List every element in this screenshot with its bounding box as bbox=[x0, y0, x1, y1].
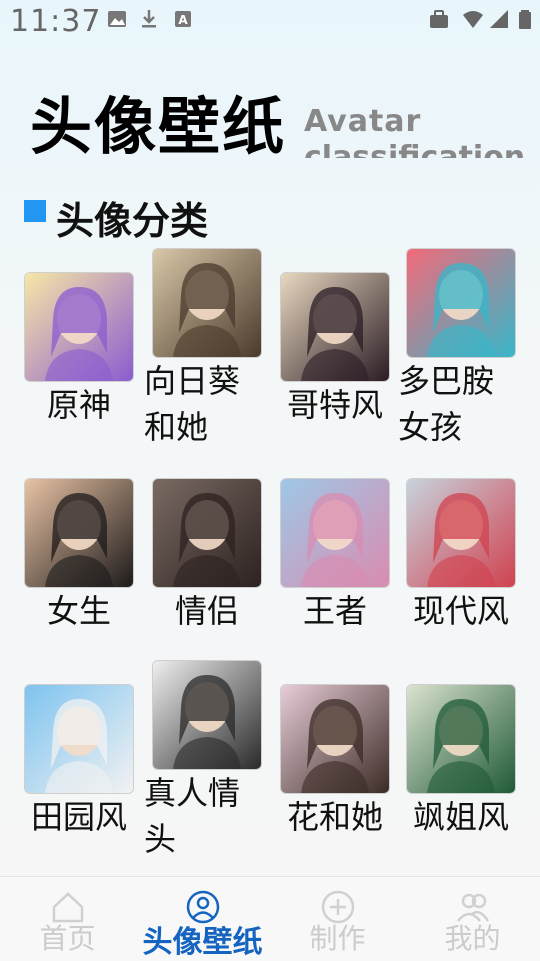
avatar-illustration bbox=[153, 661, 261, 769]
category-label: 田园风 bbox=[30, 798, 127, 836]
avatar-illustration bbox=[25, 273, 133, 381]
image-icon bbox=[108, 11, 126, 27]
nav-label: 我的 bbox=[444, 922, 501, 955]
category-label: 多巴胺女孩 bbox=[398, 362, 495, 446]
avatar-illustration bbox=[153, 249, 261, 357]
nav-item[interactable]: 头像壁纸 bbox=[135, 877, 270, 961]
category-thumbnail[interactable] bbox=[280, 684, 390, 794]
page-subtitle: Avatar bbox=[304, 104, 422, 139]
category-thumbnail[interactable] bbox=[152, 478, 262, 588]
category-label: 王者 bbox=[302, 592, 367, 630]
section-title: 头像分类 bbox=[56, 199, 209, 243]
bottom-navigation: 首页 头像壁纸 制作 我的 bbox=[0, 876, 540, 961]
category-label: 哥特风 bbox=[286, 386, 383, 424]
category-thumbnail[interactable] bbox=[24, 684, 134, 794]
avatar-illustration bbox=[281, 273, 389, 381]
category-thumbnail[interactable] bbox=[280, 272, 390, 382]
category-thumbnail[interactable] bbox=[406, 478, 516, 588]
nav-label: 制作 bbox=[309, 922, 366, 955]
avatar-illustration bbox=[25, 685, 133, 793]
nav-label: 头像壁纸 bbox=[142, 925, 263, 960]
category-label: 花和她 bbox=[286, 798, 383, 836]
page-title: 头像壁纸 bbox=[30, 90, 287, 163]
nav-label: 首页 bbox=[39, 922, 96, 955]
avatar-illustration bbox=[153, 479, 261, 587]
font-icon: A bbox=[175, 11, 191, 27]
category-thumbnail[interactable] bbox=[280, 478, 390, 588]
category-thumbnail[interactable] bbox=[24, 478, 134, 588]
category-thumbnail[interactable] bbox=[406, 684, 516, 794]
download-icon bbox=[142, 10, 156, 28]
wifi-icon bbox=[463, 11, 483, 28]
avatar-illustration bbox=[281, 685, 389, 793]
category-label: 女生 bbox=[46, 592, 111, 630]
section-marker bbox=[24, 200, 46, 222]
avatar-illustration bbox=[281, 479, 389, 587]
briefcase-icon bbox=[430, 10, 448, 28]
category-label: 情侣 bbox=[174, 592, 239, 630]
category-label: 原神 bbox=[46, 386, 111, 424]
avatar-illustration bbox=[407, 479, 515, 587]
signal-icon bbox=[490, 10, 508, 28]
status-bar: 11:37 A bbox=[0, 0, 540, 42]
category-label: 向日葵和她 bbox=[144, 362, 241, 446]
avatar-illustration bbox=[407, 249, 515, 357]
nav-item[interactable]: 制作 bbox=[270, 877, 405, 961]
category-thumbnail[interactable] bbox=[152, 660, 262, 770]
nav-item[interactable]: 我的 bbox=[405, 877, 540, 961]
page-subtitle-continued: classification bbox=[304, 140, 526, 158]
avatar-illustration bbox=[25, 479, 133, 587]
category-thumbnail[interactable] bbox=[152, 248, 262, 358]
nav-item[interactable]: 首页 bbox=[0, 877, 135, 961]
category-label: 现代风 bbox=[412, 592, 509, 630]
category-thumbnail[interactable] bbox=[406, 248, 516, 358]
category-label: 飒姐风 bbox=[412, 798, 509, 836]
category-label: 真人情头 bbox=[144, 774, 241, 858]
category-thumbnail[interactable] bbox=[24, 272, 134, 382]
avatar-illustration bbox=[407, 685, 515, 793]
battery-icon bbox=[519, 10, 531, 29]
svg-text:A: A bbox=[178, 13, 188, 27]
status-time: 11:37 bbox=[10, 4, 102, 39]
